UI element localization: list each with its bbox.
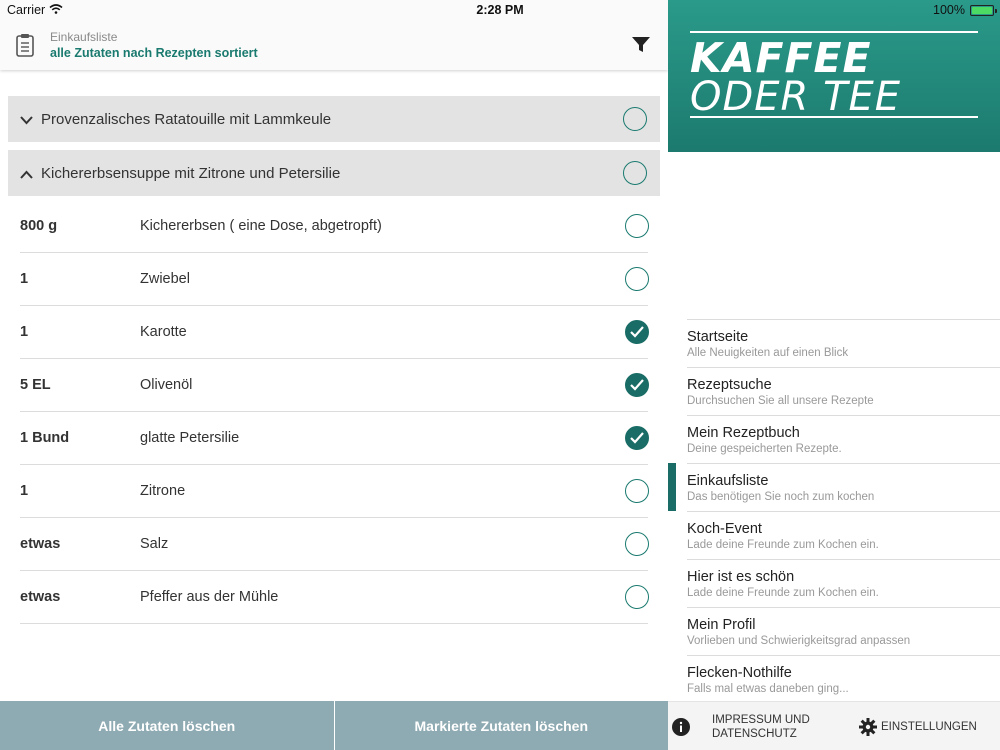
menu-item-subtitle: Lade deine Freunde zum Kochen ein.: [687, 587, 879, 599]
checkmark-icon: [630, 379, 644, 391]
menu-item-title: Mein Profil: [687, 617, 756, 633]
ingredient-row[interactable]: 1 Bund glatte Petersilie: [20, 412, 649, 465]
recipe-checkbox[interactable]: [623, 161, 647, 185]
ingredient-row[interactable]: 800 g Kichererbsen ( eine Dose, abgetrop…: [20, 200, 649, 253]
recipe-header-kichererbsensuppe[interactable]: Kichererbsensuppe mit Zitrone und Peters…: [8, 150, 660, 196]
ingredient-name: Salz: [140, 536, 169, 552]
chevron-up-icon: [20, 166, 33, 184]
ingredient-amount: 1: [20, 324, 29, 340]
recipe-title: Provenzalisches Ratatouille mit Lammkeul…: [41, 111, 332, 128]
nav-menu: Startseite Alle Neuigkeiten auf einen Bl…: [687, 319, 1000, 703]
ingredient-checkbox-checked[interactable]: [625, 426, 649, 450]
ingredient-name: Pfeffer aus der Mühle: [140, 589, 279, 605]
menu-item-title: Hier ist es schön: [687, 569, 795, 585]
menu-item-subtitle: Vorlieben und Schwierigkeitsgrad anpasse…: [687, 635, 911, 647]
info-icon[interactable]: [672, 718, 690, 741]
ingredient-checkbox[interactable]: [625, 214, 649, 238]
menu-item-koch-event[interactable]: Koch-Event Lade deine Freunde zum Kochen…: [687, 511, 1000, 559]
ingredient-amount: 1: [20, 483, 29, 499]
ingredient-row[interactable]: 5 EL Olivenöl: [20, 359, 649, 412]
clear-marked-button[interactable]: Markierte Zutaten löschen: [333, 701, 669, 750]
menu-item-subtitle: Lade deine Freunde zum Kochen ein.: [687, 539, 879, 551]
menu-item-flecken-nothilfe[interactable]: Flecken-Nothilfe Falls mal etwas daneben…: [687, 655, 1000, 703]
imprint-link[interactable]: IMPRESSUM UND DATENSCHUTZ: [712, 713, 832, 741]
checkmark-icon: [630, 432, 644, 444]
status-bar: Carrier 2:28 PM 100%: [0, 0, 1000, 20]
recipe-header-ratatouille[interactable]: Provenzalisches Ratatouille mit Lammkeul…: [8, 96, 660, 142]
logo-line-2: ODER TEE: [690, 74, 902, 120]
ingredient-row[interactable]: 1 Zwiebel: [20, 253, 649, 306]
menu-item-startseite[interactable]: Startseite Alle Neuigkeiten auf einen Bl…: [687, 319, 1000, 367]
recipe-checkbox[interactable]: [623, 107, 647, 131]
ingredient-amount: 5 EL: [20, 377, 51, 393]
ingredient-row[interactable]: etwas Pfeffer aus der Mühle: [20, 571, 649, 624]
ingredient-amount: etwas: [20, 589, 61, 605]
ingredient-name: glatte Petersilie: [140, 430, 240, 446]
menu-item-title: Einkaufsliste: [687, 473, 769, 489]
action-bar: Alle Zutaten löschen Markierte Zutaten l…: [0, 701, 668, 750]
menu-item-mein-profil[interactable]: Mein Profil Vorlieben und Schwierigkeits…: [687, 607, 1000, 655]
ingredient-checkbox[interactable]: [625, 532, 649, 556]
status-time: 2:28 PM: [476, 3, 524, 17]
menu-item-subtitle: Das benötigen Sie noch zum kochen: [687, 491, 875, 503]
ingredient-checkbox[interactable]: [625, 479, 649, 503]
ingredient-amount: 1 Bund: [20, 430, 70, 446]
menu-item-subtitle: Falls mal etwas daneben ging...: [687, 683, 849, 695]
logo-rule-top: [690, 31, 978, 33]
menu-item-title: Mein Rezeptbuch: [687, 425, 800, 441]
ingredient-row[interactable]: etwas Salz: [20, 518, 649, 571]
filter-icon[interactable]: [632, 37, 650, 58]
checkmark-icon: [630, 326, 644, 338]
clear-all-button[interactable]: Alle Zutaten löschen: [0, 701, 334, 750]
header-title: Einkaufsliste: [50, 30, 118, 44]
ingredient-row[interactable]: 1 Zitrone: [20, 465, 649, 518]
menu-item-rezeptsuche[interactable]: Rezeptsuche Durchsuchen Sie all unsere R…: [687, 367, 1000, 415]
ingredient-name: Kichererbsen ( eine Dose, abgetropft): [140, 218, 382, 234]
ingredient-checkbox[interactable]: [625, 585, 649, 609]
active-menu-indicator: [668, 463, 676, 511]
ingredient-checkbox[interactable]: [625, 267, 649, 291]
menu-item-subtitle: Alle Neuigkeiten auf einen Blick: [687, 347, 849, 359]
drawer-footer: IMPRESSUM UND DATENSCHUTZ EINSTELLUNGEN: [668, 701, 1000, 750]
brand-header: KAFFEE ODER TEE: [668, 0, 1000, 152]
chevron-down-icon: [20, 112, 33, 130]
ingredient-amount: 800 g: [20, 218, 58, 234]
ingredient-name: Karotte: [140, 324, 187, 340]
ingredient-name: Zitrone: [140, 483, 186, 499]
menu-item-subtitle: Deine gespeicherten Rezepte.: [687, 443, 842, 455]
ingredient-amount: etwas: [20, 536, 61, 552]
clipboard-icon: [15, 33, 35, 62]
menu-item-title: Rezeptsuche: [687, 377, 772, 393]
recipe-title: Kichererbsensuppe mit Zitrone und Peters…: [41, 165, 341, 182]
logo-rule-bottom: [690, 116, 978, 118]
ingredient-row[interactable]: 1 Karotte: [20, 306, 649, 359]
navigation-drawer: KAFFEE ODER TEE Startseite Alle Neuigkei…: [668, 0, 1000, 750]
gear-icon[interactable]: [859, 718, 877, 741]
menu-item-title: Startseite: [687, 329, 749, 345]
header-subtitle: alle Zutaten nach Rezepten sortiert: [50, 46, 258, 60]
ingredient-amount: 1: [20, 271, 29, 287]
ingredient-checkbox-checked[interactable]: [625, 320, 649, 344]
settings-link[interactable]: EINSTELLUNGEN: [881, 721, 977, 733]
menu-item-subtitle: Durchsuchen Sie all unsere Rezepte: [687, 395, 874, 407]
shopping-list-pane: Einkaufsliste alle Zutaten nach Rezepten…: [0, 0, 668, 750]
ingredient-name: Zwiebel: [140, 271, 190, 287]
menu-item-einkaufsliste[interactable]: Einkaufsliste Das benötigen Sie noch zum…: [687, 463, 1000, 511]
ingredient-checkbox-checked[interactable]: [625, 373, 649, 397]
battery-percent: 100%: [933, 3, 965, 17]
ingredient-name: Olivenöl: [140, 377, 193, 393]
menu-item-mein-rezeptbuch[interactable]: Mein Rezeptbuch Deine gespeicherten Reze…: [687, 415, 1000, 463]
battery-icon: [970, 4, 997, 16]
menu-item-title: Flecken-Nothilfe: [687, 665, 792, 681]
menu-item-title: Koch-Event: [687, 521, 762, 537]
menu-item-hier-ist-es-schoen[interactable]: Hier ist es schön Lade deine Freunde zum…: [687, 559, 1000, 607]
